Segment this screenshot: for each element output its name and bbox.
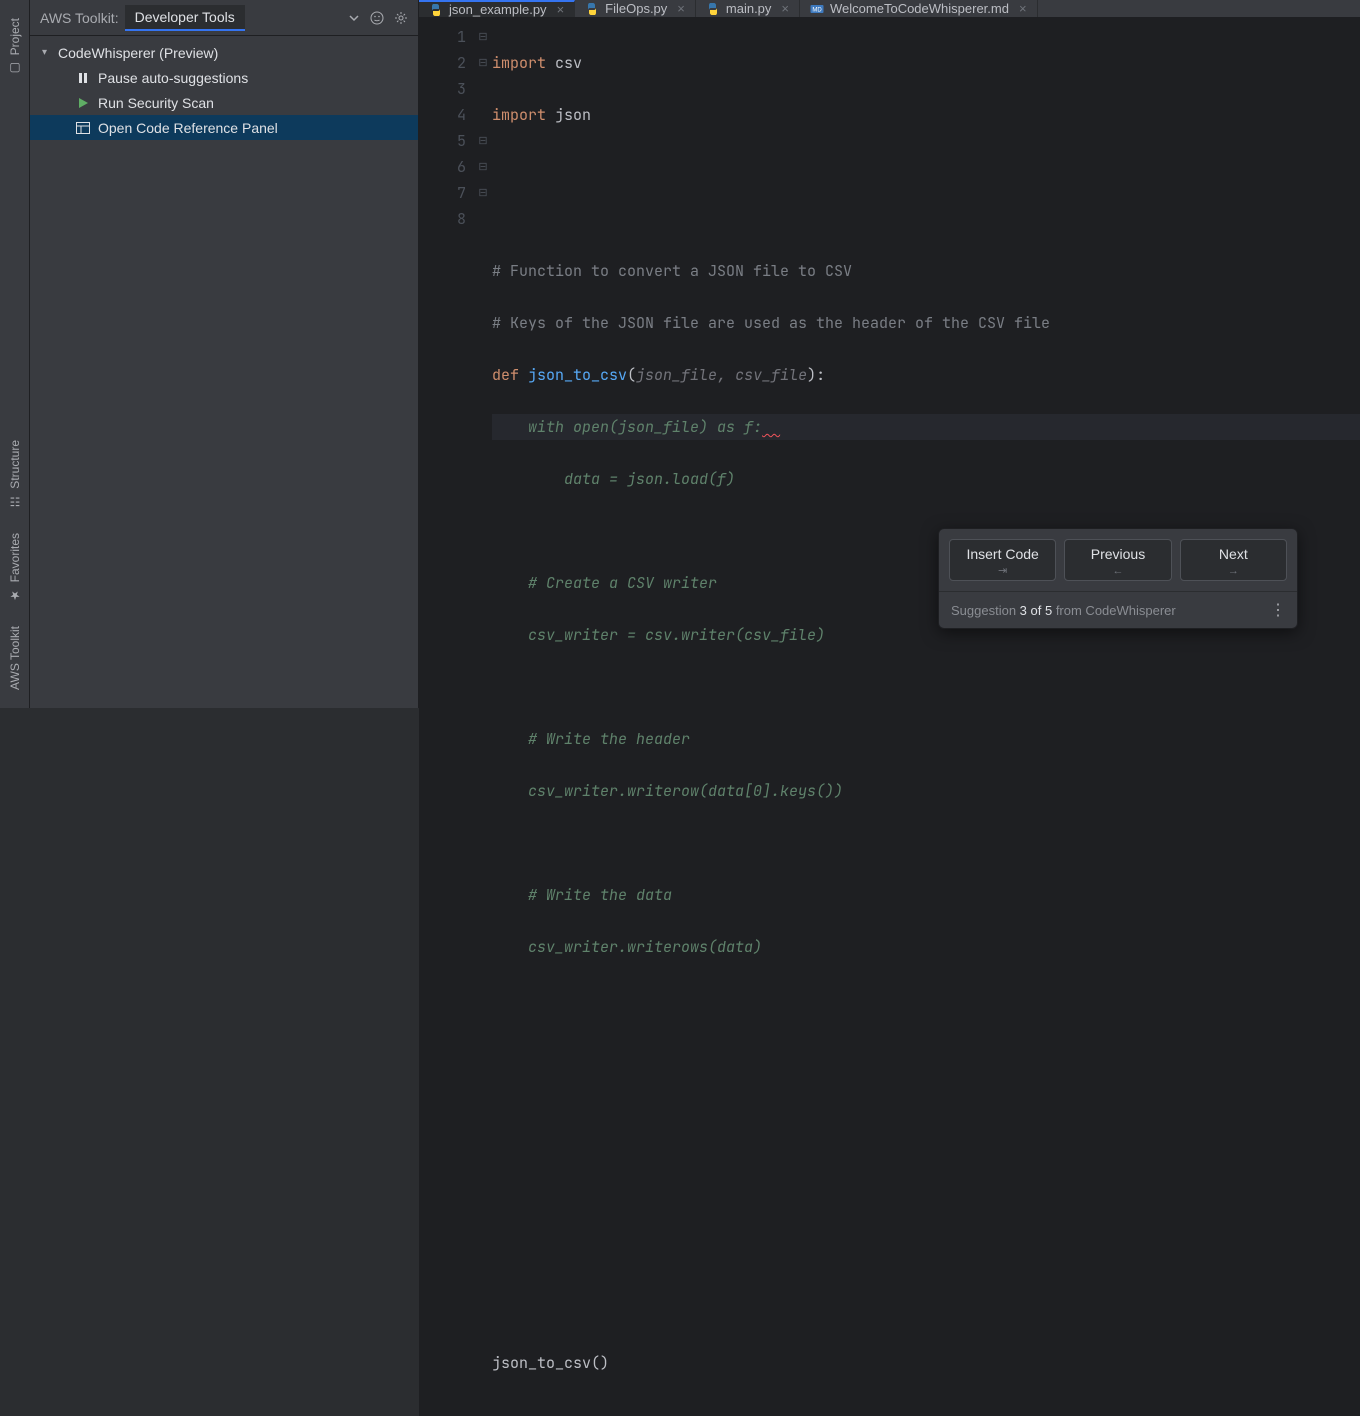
- tree-item-label: Open Code Reference Panel: [98, 120, 278, 136]
- tree-item-label: Run Security Scan: [98, 95, 214, 111]
- sidebar-title-prefix: AWS Toolkit:: [40, 10, 119, 26]
- star-icon: ★: [8, 588, 22, 602]
- rail-label: Structure: [8, 440, 22, 489]
- sidebar-tree: ▾ CodeWhisperer (Preview) Pause auto-sug…: [30, 36, 418, 144]
- markdown-icon: MD: [810, 2, 824, 16]
- aws-toolkit-sidebar: AWS Toolkit: Developer Tools ▾ CodeWhisp…: [30, 0, 419, 708]
- footer-text: from CodeWhisperer: [1052, 603, 1176, 618]
- insert-code-button[interactable]: Insert Code ⇥: [949, 539, 1056, 581]
- tab-label: FileOps.py: [605, 1, 667, 16]
- panel-icon: [74, 122, 92, 134]
- rail-label: AWS Toolkit: [8, 626, 22, 690]
- svg-text:MD: MD: [812, 7, 822, 13]
- tree-item-label: Pause auto-suggestions: [98, 70, 248, 86]
- suggestion-count: 3 of 5: [1020, 603, 1053, 618]
- rail-label: Project: [8, 18, 22, 55]
- close-icon[interactable]: ×: [1019, 1, 1027, 16]
- suggestion-footer: Suggestion 3 of 5 from CodeWhisperer ⋮: [939, 591, 1297, 628]
- previous-button[interactable]: Previous ←: [1064, 539, 1171, 581]
- close-icon[interactable]: ×: [781, 1, 789, 16]
- sidebar-active-tab[interactable]: Developer Tools: [125, 5, 245, 31]
- tab-fileops[interactable]: FileOps.py ×: [575, 0, 696, 17]
- tab-label: json_example.py: [449, 2, 547, 17]
- smile-icon[interactable]: [370, 11, 384, 25]
- tab-arrow-icon: ⇥: [950, 564, 1055, 577]
- sidebar-header: AWS Toolkit: Developer Tools: [30, 0, 418, 36]
- code-content[interactable]: import csv import json # Function to con…: [492, 18, 1360, 1416]
- close-icon[interactable]: ×: [677, 1, 685, 16]
- structure-icon: ☷: [8, 495, 22, 509]
- button-label: Previous: [1091, 546, 1145, 562]
- tree-item-security-scan[interactable]: Run Security Scan: [30, 90, 418, 115]
- python-icon: [585, 2, 599, 16]
- rail-favorites[interactable]: ★ Favorites: [1, 523, 29, 612]
- tree-item-pause[interactable]: Pause auto-suggestions: [30, 65, 418, 90]
- rail-label: Favorites: [8, 533, 22, 582]
- close-icon[interactable]: ×: [557, 2, 565, 17]
- tab-main[interactable]: main.py ×: [696, 0, 800, 17]
- rail-aws-toolkit[interactable]: AWS Toolkit: [1, 616, 29, 700]
- main-area: json_example.py × FileOps.py × main.py ×…: [419, 0, 1360, 708]
- pause-icon: [74, 72, 92, 84]
- tab-welcome-md[interactable]: MD WelcomeToCodeWhisperer.md ×: [800, 0, 1038, 17]
- rail-project[interactable]: ▢ Project: [8, 8, 22, 85]
- line-gutter: 1 2 3 4 5 6 7 8: [419, 18, 474, 1416]
- tree-item-code-reference[interactable]: Open Code Reference Panel: [30, 115, 418, 140]
- chevron-down-icon[interactable]: [348, 12, 360, 24]
- codewhisperer-suggestion-popup: Insert Code ⇥ Previous ← Next → Suggesti…: [938, 528, 1298, 629]
- arrow-right-icon: →: [1181, 565, 1286, 577]
- button-label: Next: [1219, 546, 1248, 562]
- rail-structure[interactable]: ☷ Structure: [1, 430, 29, 519]
- gear-icon[interactable]: [394, 11, 408, 25]
- fold-gutter: ⊟ ⊟ ⊟ ⊟ ⊟: [474, 18, 492, 1416]
- tab-json-example[interactable]: json_example.py ×: [419, 0, 575, 17]
- next-button[interactable]: Next →: [1180, 539, 1287, 581]
- left-tool-rail: ▢ Project ☷ Structure ★ Favorites AWS To…: [0, 0, 30, 708]
- tab-label: main.py: [726, 1, 772, 16]
- more-options-icon[interactable]: ⋮: [1270, 600, 1285, 620]
- footer-text: Suggestion: [951, 603, 1020, 618]
- folder-icon: ▢: [8, 61, 22, 75]
- button-label: Insert Code: [966, 546, 1038, 562]
- editor-tabs: json_example.py × FileOps.py × main.py ×…: [419, 0, 1360, 18]
- error-squiggle: [762, 417, 780, 437]
- python-icon: [429, 3, 443, 17]
- caret-down-icon: ▾: [42, 47, 52, 58]
- code-editor[interactable]: 1 2 3 4 5 6 7 8 ⊟ ⊟ ⊟ ⊟ ⊟ import csv imp…: [419, 18, 1360, 1416]
- python-icon: [706, 2, 720, 16]
- arrow-left-icon: ←: [1065, 565, 1170, 577]
- tree-root-codewhisperer[interactable]: ▾ CodeWhisperer (Preview): [30, 40, 418, 65]
- tab-label: WelcomeToCodeWhisperer.md: [830, 1, 1009, 16]
- play-icon: [74, 97, 92, 109]
- tree-root-label: CodeWhisperer (Preview): [58, 45, 218, 61]
